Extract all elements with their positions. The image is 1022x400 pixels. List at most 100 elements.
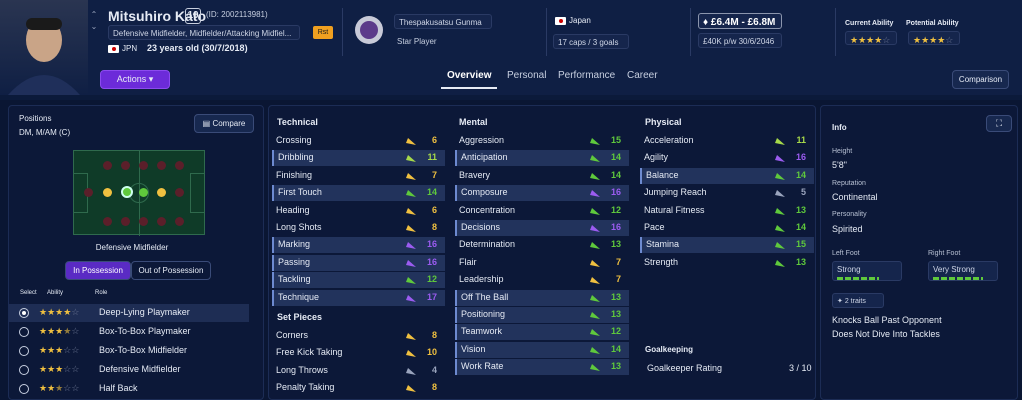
chevron-down-icon[interactable]: ⌄ bbox=[88, 22, 100, 31]
tab-career[interactable]: Career bbox=[627, 70, 658, 81]
attribute-row[interactable]: Dribbling 11 bbox=[272, 150, 445, 167]
attribute-value: 15 bbox=[795, 239, 806, 250]
attribute-row[interactable]: Long Shots 8 bbox=[272, 220, 445, 236]
radio-button[interactable] bbox=[19, 327, 29, 337]
attribute-row[interactable]: Passing 16 bbox=[272, 254, 445, 271]
role-row[interactable]: ★★★☆☆ Defensive Midfielder bbox=[9, 361, 249, 379]
attribute-row[interactable]: Vision 14 bbox=[455, 341, 629, 358]
height-value: 5'8" bbox=[832, 160, 847, 170]
attribute-row[interactable]: Positioning 13 bbox=[455, 307, 629, 323]
attribute-name: Agility bbox=[644, 152, 669, 163]
player-photo bbox=[0, 0, 88, 95]
trend-arrow-icon bbox=[406, 259, 416, 267]
attribute-name: Long Throws bbox=[276, 364, 328, 375]
attribute-row[interactable]: Flair 7 bbox=[455, 255, 629, 271]
attribute-row[interactable]: Free Kick Taking 10 bbox=[272, 345, 445, 361]
attribute-name: Decisions bbox=[461, 222, 501, 232]
attribute-row[interactable]: Acceleration 11 bbox=[640, 133, 814, 149]
trait-2: Does Not Dive Into Tackles bbox=[832, 329, 940, 339]
japan-flag-icon bbox=[108, 45, 119, 53]
info-title: Info bbox=[832, 123, 847, 132]
radio-button[interactable] bbox=[19, 384, 29, 394]
attribute-value: 8 bbox=[431, 330, 437, 340]
attribute-name: Stamina bbox=[646, 239, 680, 250]
club-name[interactable]: Thespakusatsu Gunma bbox=[394, 14, 492, 29]
attribute-row[interactable]: Teamwork 12 bbox=[455, 324, 629, 341]
attribute-row[interactable]: Penalty Taking 8 bbox=[272, 380, 445, 396]
attribute-row[interactable]: First Touch 14 bbox=[272, 185, 445, 202]
attribute-row[interactable]: Natural Fitness 13 bbox=[640, 203, 814, 219]
attribute-name: Teamwork bbox=[461, 326, 503, 337]
attribute-value: 16 bbox=[795, 152, 806, 163]
attribute-row[interactable]: Composure 16 bbox=[455, 185, 629, 202]
attribute-row[interactable]: Strength 13 bbox=[640, 255, 814, 271]
attribute-row[interactable]: Concentration 12 bbox=[455, 203, 629, 219]
attribute-row[interactable]: Decisions 16 bbox=[455, 220, 629, 236]
trend-arrow-icon bbox=[590, 242, 600, 250]
attribute-row[interactable]: Off The Ball 13 bbox=[455, 289, 629, 306]
attribute-value: 15 bbox=[610, 135, 621, 145]
attribute-row[interactable]: Leadership 7 bbox=[455, 272, 629, 288]
in-possession-toggle[interactable]: In Possession bbox=[65, 261, 131, 280]
gk-rating-value: 3 / 10 bbox=[789, 363, 812, 373]
actions-button[interactable]: Actions ▾ bbox=[100, 70, 170, 89]
attribute-row[interactable]: Tackling 12 bbox=[272, 272, 445, 289]
out-possession-toggle[interactable]: Out of Possession bbox=[131, 261, 211, 280]
attribute-row[interactable]: Finishing 7 bbox=[272, 168, 445, 184]
attribute-row[interactable]: Bravery 14 bbox=[455, 168, 629, 184]
trend-arrow-icon bbox=[406, 242, 416, 250]
radio-button[interactable] bbox=[19, 365, 29, 375]
trend-arrow-icon bbox=[590, 172, 600, 180]
attribute-row[interactable]: Jumping Reach 5 bbox=[640, 185, 814, 201]
radio-button[interactable] bbox=[19, 308, 29, 318]
trend-arrow-icon bbox=[590, 207, 600, 215]
attribute-row[interactable]: Marking 16 bbox=[272, 237, 445, 254]
tab-performance[interactable]: Performance bbox=[558, 70, 615, 81]
chevron-up-icon[interactable]: ⌃ bbox=[88, 10, 100, 19]
attribute-row[interactable]: Long Throws 4 bbox=[272, 363, 445, 379]
comparison-button[interactable]: Comparison bbox=[952, 70, 1009, 89]
attribute-row[interactable]: Anticipation 14 bbox=[455, 150, 629, 167]
role-name: Half Back bbox=[99, 383, 138, 393]
compare-icon: ▤ bbox=[202, 119, 211, 128]
trend-arrow-icon bbox=[775, 138, 785, 145]
attribute-value: 14 bbox=[610, 152, 621, 163]
attribute-row[interactable]: Technique 17 bbox=[272, 289, 445, 306]
attribute-row[interactable]: Balance 14 bbox=[640, 167, 814, 184]
person-info-icon[interactable]: ⛶ bbox=[986, 115, 1012, 132]
attribute-row[interactable]: Pace 14 bbox=[640, 220, 814, 236]
player-silhouette-icon bbox=[8, 18, 80, 95]
radio-button[interactable] bbox=[19, 346, 29, 356]
actions-label: Actions bbox=[116, 74, 147, 84]
role-row[interactable]: ★★★☆☆ Box-To-Box Midfielder bbox=[9, 342, 249, 360]
role-row[interactable]: ★★★★☆ Deep-Lying Playmaker bbox=[9, 304, 249, 322]
attribute-name: Determination bbox=[459, 239, 516, 250]
role-name: Defensive Midfielder bbox=[99, 364, 181, 374]
height-label: Height bbox=[832, 148, 853, 155]
attribute-row[interactable]: Corners 8 bbox=[272, 328, 445, 344]
attribute-row[interactable]: Stamina 15 bbox=[640, 237, 814, 254]
attribute-value: 11 bbox=[796, 135, 806, 145]
role-stars: ★★★★☆ bbox=[39, 307, 80, 317]
tab-overview[interactable]: Overview bbox=[441, 70, 498, 89]
player-header: ⌃ ⌄ Mitsuhiro Kato 10 (ID: 2002113981) D… bbox=[0, 0, 1022, 95]
attribute-row[interactable]: Aggression 15 bbox=[455, 133, 629, 149]
attribute-row[interactable]: Crossing 6 bbox=[272, 133, 445, 149]
attribute-value: 13 bbox=[610, 309, 621, 319]
trend-arrow-icon bbox=[590, 259, 600, 267]
attribute-name: Finishing bbox=[276, 169, 313, 180]
trend-arrow-icon bbox=[406, 385, 416, 393]
attribute-value: 8 bbox=[431, 222, 437, 232]
attribute-row[interactable]: Work Rate 13 bbox=[455, 359, 629, 376]
player-id: (ID: 2002113981) bbox=[206, 10, 268, 19]
role-row[interactable]: ★★★★☆ Box-To-Box Playmaker bbox=[9, 323, 249, 341]
technical-title: Technical bbox=[277, 117, 318, 127]
role-row[interactable]: ★★★☆☆ Half Back bbox=[9, 380, 249, 398]
compare-button[interactable]: ▤ Compare bbox=[194, 114, 254, 133]
tab-personal[interactable]: Personal bbox=[507, 70, 546, 81]
attribute-row[interactable]: Heading 6 bbox=[272, 203, 445, 219]
attribute-row[interactable]: Agility 16 bbox=[640, 150, 814, 166]
role-stars: ★★★☆☆ bbox=[39, 364, 80, 374]
role-name: Box-To-Box Playmaker bbox=[99, 326, 191, 336]
attribute-row[interactable]: Determination 13 bbox=[455, 237, 629, 253]
